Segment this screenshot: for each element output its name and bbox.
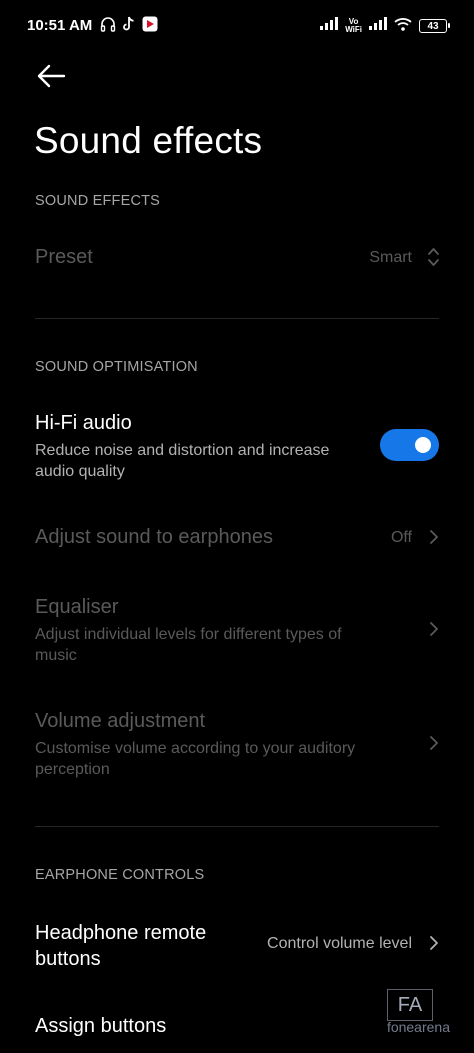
headphone-remote-label: Headphone remote buttons: [35, 922, 207, 970]
assign-buttons-label: Assign buttons: [35, 1015, 167, 1037]
preset-label: Preset: [35, 246, 93, 268]
section-header-sound-optimisation: SOUND OPTIMISATION: [35, 359, 198, 375]
equaliser-description: Adjust individual levels for different t…: [35, 626, 342, 664]
section-header-sound-effects: SOUND EFFECTS: [35, 193, 161, 209]
hifi-audio-label: Hi-Fi audio: [35, 412, 132, 434]
divider: [35, 318, 439, 319]
system-icons: Vo WiFi 43: [320, 17, 450, 36]
vowifi-bottom: WiFi: [345, 25, 362, 34]
headphone-remote-value: Control volume level: [267, 935, 412, 952]
fonearena-watermark: FA fonearena: [386, 989, 450, 1035]
chevron-right-icon: [430, 530, 438, 544]
back-button[interactable]: [36, 62, 68, 90]
hifi-audio-description: Reduce noise and distortion and increase…: [35, 442, 330, 480]
section-header-earphone-controls: EARPHONE CONTROLS: [35, 867, 205, 883]
volume-adjustment-label: Volume adjustment: [35, 710, 206, 732]
headphones-icon: [100, 16, 116, 37]
wifi-icon: [394, 17, 412, 36]
up-down-chevron-icon: [428, 248, 439, 266]
signal-icon: [320, 17, 339, 35]
status-bar: 10:51 AM Vo WiFi 43: [0, 0, 474, 52]
notification-icons: [100, 16, 158, 37]
preset-value: Smart: [369, 249, 412, 266]
watermark-text: fonearena: [386, 1019, 450, 1035]
divider: [35, 826, 439, 827]
adjust-earphones-value: Off: [390, 529, 412, 546]
status-time: 10:51 AM: [27, 17, 93, 34]
vowifi-icon: Vo WiFi: [345, 18, 362, 34]
chevron-right-icon: [430, 736, 438, 750]
page-title: Sound effects: [34, 120, 263, 161]
chevron-right-icon: [430, 622, 438, 636]
watermark-logo: FA: [386, 989, 433, 1021]
chevron-right-icon: [430, 936, 438, 950]
music-app-icon: [142, 16, 158, 37]
volume-adjustment-description: Customise volume according to your audit…: [35, 740, 356, 778]
equaliser-label: Equaliser: [35, 596, 119, 618]
back-arrow-icon: [37, 64, 66, 88]
adjust-earphones-label: Adjust sound to earphones: [35, 526, 273, 548]
signal-icon-2: [369, 17, 387, 35]
hifi-audio-toggle[interactable]: [380, 429, 439, 461]
battery-icon: 43: [419, 19, 450, 33]
toggle-knob: [415, 437, 431, 453]
tiktok-icon: [122, 16, 136, 37]
